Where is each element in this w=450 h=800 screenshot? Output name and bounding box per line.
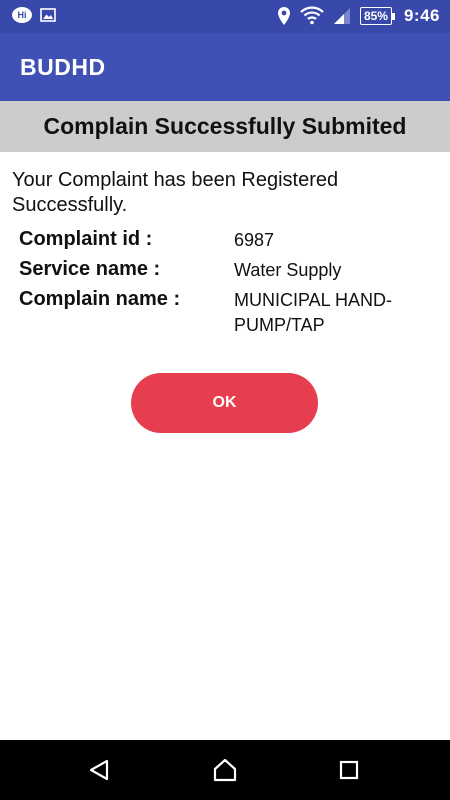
- recents-button[interactable]: [319, 740, 379, 800]
- hi-messenger-icon: Hi: [12, 7, 32, 23]
- complain-name-value: MUNICIPAL HAND-PUMP/TAP: [234, 290, 393, 335]
- battery-percent: 85%: [359, 7, 392, 25]
- ok-button[interactable]: OK: [131, 373, 318, 433]
- success-message: Your Complaint has been Registered Succe…: [12, 169, 339, 216]
- service-name-value: Water Supply: [234, 260, 342, 280]
- home-button[interactable]: [195, 740, 255, 800]
- page-title: Complain Successfully Submited: [43, 113, 407, 139]
- complain-name-label: Complain name :: [19, 288, 181, 310]
- cell-signal-icon: [333, 8, 350, 24]
- service-name-label: Service name :: [19, 258, 161, 280]
- recents-icon: [339, 760, 359, 780]
- wifi-icon: [300, 6, 324, 25]
- back-icon: [89, 759, 109, 781]
- back-button[interactable]: [69, 740, 129, 800]
- complaint-id-label: Complaint id :: [19, 228, 153, 250]
- app-title: BUDHD: [20, 54, 106, 80]
- image-icon: [40, 8, 56, 22]
- battery-icon: 85%: [359, 7, 395, 25]
- system-icons: 85% 9:46: [277, 5, 440, 27]
- subheader: Complain Successfully Submited: [0, 101, 450, 152]
- notification-icons: Hi: [12, 7, 56, 23]
- home-icon: [213, 758, 237, 782]
- location-icon: [277, 7, 290, 25]
- navigation-bar: [0, 740, 450, 800]
- status-bar: Hi 85% 9:46: [0, 0, 450, 33]
- status-clock: 9:46: [403, 6, 440, 25]
- app-bar: BUDHD: [0, 33, 450, 101]
- complaint-id-value: 6987: [234, 230, 275, 250]
